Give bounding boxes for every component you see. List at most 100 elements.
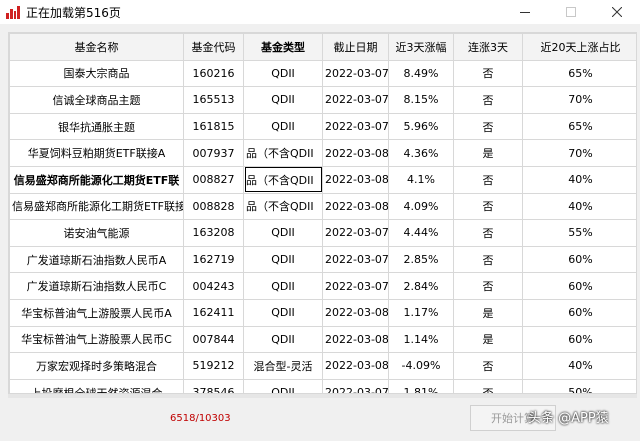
cell-fund-type[interactable]: QDII	[243, 59, 323, 88]
cell-3day-streak[interactable]: 是	[453, 139, 523, 167]
cell-fund-name[interactable]: 信易盛郑商所能源化工期货ETF联	[9, 165, 184, 194]
cell-fund-name[interactable]: 万家宏观择时多策略混合	[9, 352, 184, 380]
cell-end-date[interactable]: 2022-03-07	[322, 272, 389, 300]
cell-20day-ratio[interactable]: 40%	[522, 352, 636, 380]
horizontal-scrollbar[interactable]	[8, 394, 637, 398]
cell-20day-ratio[interactable]: 60%	[522, 325, 636, 354]
cell-3day-gain[interactable]: 1.17%	[388, 298, 454, 327]
table-row[interactable]: 国泰大宗商品 160216 QDII 2022-03-07 8.49% 否 65%	[9, 59, 636, 88]
cell-end-date[interactable]: 2022-03-08	[322, 139, 389, 167]
cell-3day-gain[interactable]: 4.1%	[388, 165, 454, 194]
cell-3day-streak[interactable]: 否	[453, 165, 523, 194]
table-row[interactable]: 华宝标普油气上游股票人民币C 007844 QDII 2022-03-08 1.14% 是…	[9, 325, 636, 354]
cell-end-date[interactable]: 2022-03-08	[322, 325, 389, 354]
cell-fund-name[interactable]: 广发道琼斯石油指数人民币C	[9, 272, 184, 300]
cell-20day-ratio[interactable]: 70%	[522, 139, 636, 167]
close-button[interactable]	[594, 0, 640, 24]
cell-fund-code[interactable]: 163208	[183, 219, 244, 247]
cell-20day-ratio[interactable]: 60%	[522, 245, 636, 274]
cell-fund-type[interactable]: QDII	[243, 86, 323, 114]
cell-fund-type[interactable]: QDII	[243, 298, 323, 327]
cell-20day-ratio[interactable]: 55%	[522, 219, 636, 247]
cell-fund-name[interactable]: 华宝标普油气上游股票人民币C	[9, 325, 184, 354]
table-row[interactable]: 信诚全球商品主题 165513 QDII 2022-03-07 8.15% 否 70%	[9, 86, 636, 114]
cell-end-date[interactable]: 2022-03-08	[322, 165, 389, 194]
cell-3day-streak[interactable]: 否	[453, 272, 523, 300]
cell-fund-name[interactable]: 华夏饲料豆粕期货ETF联接A	[9, 139, 184, 167]
cell-3day-gain[interactable]: 8.49%	[388, 59, 454, 88]
cell-3day-gain[interactable]: 4.44%	[388, 219, 454, 247]
cell-20day-ratio[interactable]: 60%	[522, 272, 636, 300]
column-header-3day-gain[interactable]: 近3天涨幅	[388, 33, 454, 61]
cell-3day-streak[interactable]: 否	[453, 352, 523, 380]
cell-fund-name[interactable]: 信易盛郑商所能源化工期货ETF联接	[9, 192, 184, 221]
cell-20day-ratio[interactable]: 40%	[522, 192, 636, 221]
cell-20day-ratio[interactable]: 65%	[522, 112, 636, 141]
cell-3day-streak[interactable]: 是	[453, 325, 523, 354]
cell-fund-code[interactable]: 162411	[183, 298, 244, 327]
cell-3day-gain[interactable]: 1.81%	[388, 378, 454, 393]
column-header-type[interactable]: 基金类型	[243, 33, 323, 61]
cell-fund-type[interactable]: QDII	[243, 378, 323, 393]
cell-fund-name[interactable]: 信诚全球商品主题	[9, 86, 184, 114]
cell-end-date[interactable]: 2022-03-08	[322, 298, 389, 327]
cell-fund-name[interactable]: 诺安油气能源	[9, 219, 184, 247]
cell-fund-type[interactable]: QDII	[243, 245, 323, 274]
cell-3day-gain[interactable]: 2.85%	[388, 245, 454, 274]
cell-fund-type[interactable]: QDII	[243, 219, 323, 247]
cell-fund-type[interactable]: 品（不含QDII	[243, 165, 323, 194]
table-row[interactable]: 华夏饲料豆粕期货ETF联接A 007937 品（不含QDII 2022-03-08 4.…	[9, 139, 636, 167]
cell-3day-gain[interactable]: 4.36%	[388, 139, 454, 167]
cell-20day-ratio[interactable]: 50%	[522, 378, 636, 393]
cell-3day-gain[interactable]: 5.96%	[388, 112, 454, 141]
table-row[interactable]: 华宝标普油气上游股票人民币A 162411 QDII 2022-03-08 1.17% 是…	[9, 298, 636, 327]
cell-3day-streak[interactable]: 否	[453, 112, 523, 141]
cell-end-date[interactable]: 2022-03-08	[322, 192, 389, 221]
cell-end-date[interactable]: 2022-03-08	[322, 352, 389, 380]
cell-3day-streak[interactable]: 否	[453, 219, 523, 247]
column-header-20day-ratio[interactable]: 近20天上涨占比	[522, 33, 636, 61]
maximize-button[interactable]	[548, 0, 594, 24]
table-row[interactable]: 广发道琼斯石油指数人民币C 004243 QDII 2022-03-07 2.84% 否 6…	[9, 272, 636, 300]
cell-3day-streak[interactable]: 否	[453, 245, 523, 274]
cell-fund-code[interactable]: 007937	[183, 139, 244, 167]
cell-fund-code[interactable]: 008827	[183, 165, 244, 194]
cell-3day-streak[interactable]: 是	[453, 298, 523, 327]
cell-fund-code[interactable]: 165513	[183, 86, 244, 114]
cell-fund-code[interactable]: 007844	[183, 325, 244, 354]
cell-end-date[interactable]: 2022-03-07	[322, 86, 389, 114]
table-row[interactable]: 上投摩根全球天然资源混合 378546 QDII 2022-03-07 1.81% 否 50…	[9, 378, 636, 393]
cell-fund-code[interactable]: 162719	[183, 245, 244, 274]
cell-end-date[interactable]: 2022-03-07	[322, 59, 389, 88]
cell-fund-code[interactable]: 161815	[183, 112, 244, 141]
cell-fund-name[interactable]: 华宝标普油气上游股票人民币A	[9, 298, 184, 327]
cell-fund-type[interactable]: 品（不含QDII	[243, 192, 323, 221]
cell-3day-gain[interactable]: 4.09%	[388, 192, 454, 221]
cell-3day-gain[interactable]: 2.84%	[388, 272, 454, 300]
cell-fund-name[interactable]: 上投摩根全球天然资源混合	[9, 378, 184, 393]
cell-3day-gain[interactable]: 1.14%	[388, 325, 454, 354]
cell-3day-streak[interactable]: 否	[453, 378, 523, 393]
cell-end-date[interactable]: 2022-03-07	[322, 378, 389, 393]
cell-fund-type[interactable]: QDII	[243, 325, 323, 354]
table-row[interactable]: 诺安油气能源 163208 QDII 2022-03-07 4.44% 否 55%	[9, 219, 636, 247]
table-row[interactable]: 万家宏观择时多策略混合 519212 混合型-灵活 2022-03-08 -4.09% 否…	[9, 352, 636, 380]
cell-fund-code[interactable]: 378546	[183, 378, 244, 393]
cell-20day-ratio[interactable]: 70%	[522, 86, 636, 114]
column-header-code[interactable]: 基金代码	[183, 33, 244, 61]
fund-table[interactable]: 基金名称 基金代码 基金类型 截止日期 近3天涨幅 连涨3天 近20天上涨占比 …	[9, 33, 636, 393]
cell-fund-code[interactable]: 004243	[183, 272, 244, 300]
cell-fund-type[interactable]: QDII	[243, 272, 323, 300]
cell-3day-streak[interactable]: 否	[453, 59, 523, 88]
cell-fund-name[interactable]: 国泰大宗商品	[9, 59, 184, 88]
cell-3day-streak[interactable]: 否	[453, 86, 523, 114]
table-row[interactable]: 银华抗通胀主题 161815 QDII 2022-03-07 5.96% 否 65%	[9, 112, 636, 141]
cell-fund-type[interactable]: QDII	[243, 112, 323, 141]
cell-end-date[interactable]: 2022-03-07	[322, 112, 389, 141]
minimize-button[interactable]	[502, 0, 548, 24]
cell-fund-type[interactable]: 品（不含QDII	[243, 139, 323, 167]
table-row[interactable]: 广发道琼斯石油指数人民币A 162719 QDII 2022-03-07 2.85% 否 6…	[9, 245, 636, 274]
column-header-3day-streak[interactable]: 连涨3天	[453, 33, 523, 61]
cell-20day-ratio[interactable]: 40%	[522, 165, 636, 194]
cell-fund-code[interactable]: 519212	[183, 352, 244, 380]
